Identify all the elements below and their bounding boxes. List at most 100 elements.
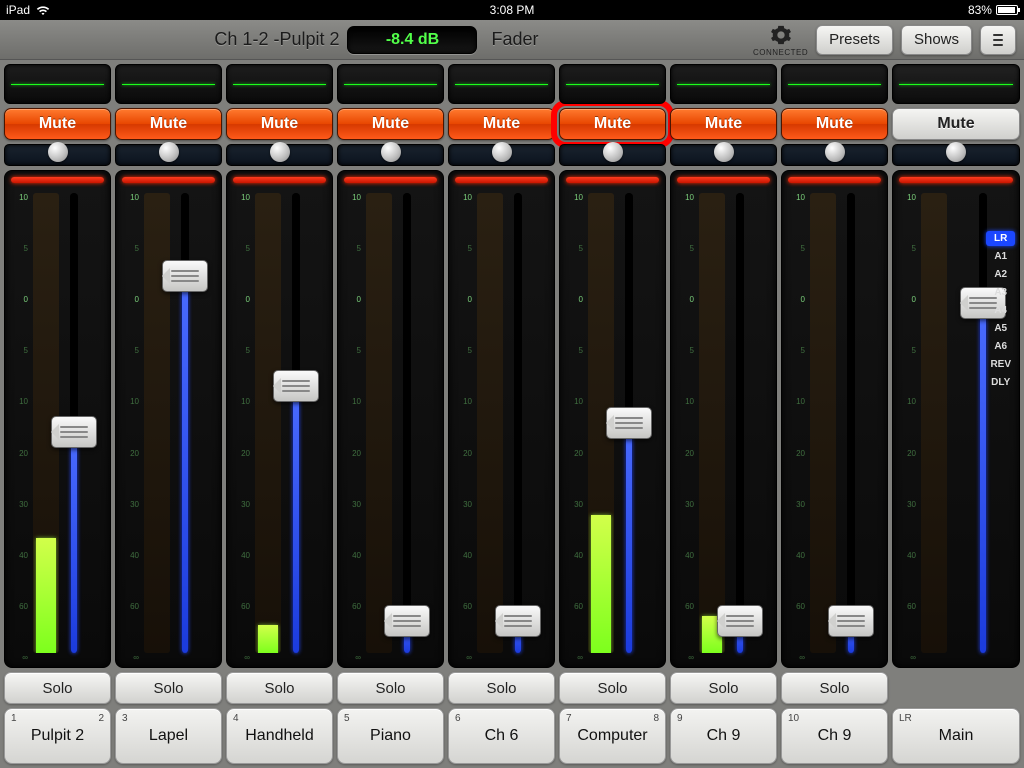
shows-button[interactable]: Shows [901, 25, 972, 55]
channel-name-button[interactable]: 9 Ch 9 [670, 708, 777, 764]
pan-knob[interactable] [492, 142, 512, 162]
wifi-icon [36, 5, 50, 15]
channel-number-right: 8 [653, 713, 659, 724]
mini-meter[interactable] [559, 64, 666, 104]
solo-button[interactable]: Solo [337, 672, 444, 704]
mini-meter[interactable] [892, 64, 1020, 104]
clip-indicator [11, 177, 104, 183]
fader-slider[interactable] [274, 193, 318, 653]
channel-number-left: 7 [566, 713, 572, 724]
aux-button-a5[interactable]: A5 [986, 321, 1015, 336]
mute-button[interactable]: Mute [670, 108, 777, 140]
gear-icon[interactable] [768, 22, 794, 48]
pan-knob[interactable] [714, 142, 734, 162]
channel-number-left: 6 [455, 713, 461, 724]
pan-control[interactable] [892, 144, 1020, 166]
fader-track[interactable]: 105051020304060∞ [4, 170, 111, 668]
solo-button[interactable]: Solo [448, 672, 555, 704]
channel-name-button[interactable]: 5 Piano [337, 708, 444, 764]
solo-button[interactable]: Solo [670, 672, 777, 704]
channel-name-button[interactable]: 1 2 Pulpit 2 [4, 708, 111, 764]
pan-control[interactable] [4, 144, 111, 166]
fader-track[interactable]: 105051020304060∞ [448, 170, 555, 668]
solo-button[interactable]: Solo [226, 672, 333, 704]
mini-meter[interactable] [670, 64, 777, 104]
solo-button[interactable]: Solo [559, 672, 666, 704]
fader-slider[interactable] [163, 193, 207, 653]
fader-slider[interactable] [496, 193, 540, 653]
mute-button[interactable]: Mute [448, 108, 555, 140]
solo-button[interactable]: Solo [781, 672, 888, 704]
channel-strip: Mute 105051020304060∞ Solo 1 2 Pulpit 2 [4, 64, 111, 764]
pan-knob[interactable] [603, 142, 623, 162]
channel-name-label: Pulpit 2 [31, 727, 84, 745]
channel-name-button[interactable]: 10 Ch 9 [781, 708, 888, 764]
mute-button[interactable]: Mute [115, 108, 222, 140]
channel-name-button[interactable]: LR Main [892, 708, 1020, 764]
fader-track[interactable]: 105051020304060∞ [226, 170, 333, 668]
aux-button-a6[interactable]: A6 [986, 339, 1015, 354]
channel-number-left: 5 [344, 713, 350, 724]
fader-track[interactable]: 105051020304060∞ [115, 170, 222, 668]
channel-name-button[interactable]: 6 Ch 6 [448, 708, 555, 764]
mini-meter[interactable] [115, 64, 222, 104]
aux-button-a1[interactable]: A1 [986, 249, 1015, 264]
fader-slider[interactable] [385, 193, 429, 653]
mini-meter[interactable] [226, 64, 333, 104]
presets-button[interactable]: Presets [816, 25, 893, 55]
mini-meter[interactable] [448, 64, 555, 104]
pan-knob[interactable] [159, 142, 179, 162]
fader-track[interactable]: 105051020304060∞ LRA1A2A3A4A5A6REVDLY [892, 170, 1020, 668]
fader-track[interactable]: 105051020304060∞ [670, 170, 777, 668]
channel-name-button[interactable]: 7 8 Computer [559, 708, 666, 764]
pan-knob[interactable] [825, 142, 845, 162]
pan-control[interactable] [115, 144, 222, 166]
mini-meter[interactable] [781, 64, 888, 104]
fader-slider[interactable] [829, 193, 873, 653]
mini-meter[interactable] [337, 64, 444, 104]
mini-meter[interactable] [4, 64, 111, 104]
aux-button-a4[interactable]: A4 [986, 303, 1015, 318]
device-label: iPad [6, 3, 30, 17]
mute-button[interactable]: Mute [337, 108, 444, 140]
aux-button-a2[interactable]: A2 [986, 267, 1015, 282]
solo-button[interactable]: Solo [115, 672, 222, 704]
mute-button[interactable]: Mute [559, 108, 666, 140]
channel-number-right: 2 [98, 713, 104, 724]
pan-control[interactable] [781, 144, 888, 166]
aux-button-dly[interactable]: DLY [986, 375, 1015, 390]
pan-control[interactable] [448, 144, 555, 166]
pan-knob[interactable] [946, 142, 966, 162]
channel-strip: Mute 105051020304060∞ Solo 7 8 Computer [559, 64, 666, 764]
pan-control[interactable] [226, 144, 333, 166]
menu-button[interactable] [980, 25, 1016, 55]
aux-button-rev[interactable]: REV [986, 357, 1015, 372]
mute-button[interactable]: Mute [781, 108, 888, 140]
pan-knob[interactable] [48, 142, 68, 162]
fader-track[interactable]: 105051020304060∞ [781, 170, 888, 668]
aux-button-lr[interactable]: LR [986, 231, 1015, 246]
aux-button-a3[interactable]: A3 [986, 285, 1015, 300]
mute-button[interactable]: Mute [4, 108, 111, 140]
pan-control[interactable] [337, 144, 444, 166]
fader-track[interactable]: 105051020304060∞ [337, 170, 444, 668]
solo-button[interactable]: Solo [4, 672, 111, 704]
channel-name-label: Main [939, 727, 974, 745]
fader-slider[interactable] [607, 193, 651, 653]
pan-control[interactable] [559, 144, 666, 166]
fader-slider[interactable] [52, 193, 96, 653]
channel-number-left: 9 [677, 713, 683, 724]
fader-track[interactable]: 105051020304060∞ [559, 170, 666, 668]
clip-indicator [788, 177, 881, 183]
channel-name-button[interactable]: 4 Handheld [226, 708, 333, 764]
pan-knob[interactable] [270, 142, 290, 162]
pan-control[interactable] [670, 144, 777, 166]
clip-indicator [677, 177, 770, 183]
fader-slider[interactable] [718, 193, 762, 653]
db-display: -8.4 dB [347, 26, 477, 54]
mute-button[interactable]: Mute [226, 108, 333, 140]
mute-button[interactable]: Mute [892, 108, 1020, 140]
pan-knob[interactable] [381, 142, 401, 162]
channel-name-label: Ch 9 [707, 727, 741, 745]
channel-name-button[interactable]: 3 Lapel [115, 708, 222, 764]
